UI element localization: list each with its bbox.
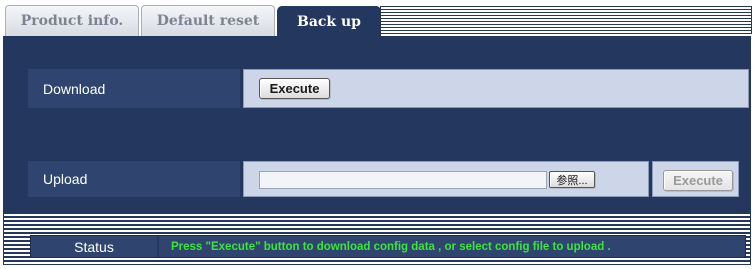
status-row: Status Press "Execute" button to downloa… [30, 235, 746, 258]
backup-panel: Download Execute Upload 参照... Execute [3, 36, 751, 211]
upload-file-path-input[interactable] [259, 171, 547, 189]
upload-row: Upload 参照... Execute [28, 161, 749, 197]
upload-label-text: Upload [43, 171, 88, 187]
upload-execute-button[interactable]: Execute [663, 170, 733, 191]
backup-screen: Product info. Default reset Back up Down… [0, 0, 754, 269]
download-label: Download [28, 69, 240, 108]
tab-product-info[interactable]: Product info. [5, 5, 139, 37]
download-label-text: Download [43, 80, 106, 97]
download-row: Download Execute [28, 69, 749, 108]
upload-label: Upload [28, 161, 240, 197]
status-area: Status Press "Execute" button to downloa… [3, 211, 751, 265]
tab-default-reset[interactable]: Default reset [141, 5, 275, 37]
upload-action-cell: Execute [652, 161, 739, 197]
tab-bar-decoration [380, 6, 752, 34]
status-label: Status [31, 236, 159, 257]
upload-browse-button[interactable]: 参照... [549, 171, 595, 188]
download-execute-button[interactable]: Execute [259, 78, 330, 99]
download-value-cell: Execute [243, 69, 749, 108]
status-label-text: Status [74, 238, 114, 255]
status-message: Press "Execute" button to download confi… [171, 240, 611, 253]
upload-value-cell: 参照... [243, 161, 649, 197]
